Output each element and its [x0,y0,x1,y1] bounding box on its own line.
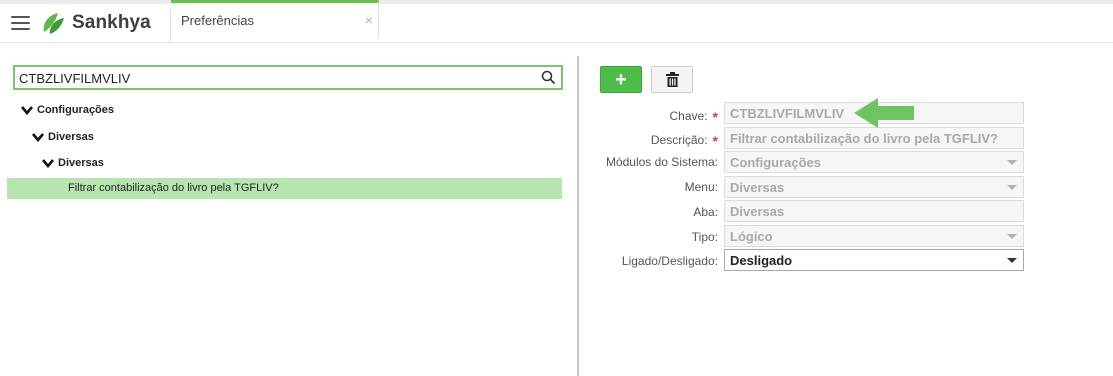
label-text: Módulos do Sistema: [605,155,718,169]
tab-label: Preferências [181,13,254,28]
search-icon[interactable] [541,70,556,85]
label-text: Tipo: [691,230,718,244]
label-text: Ligado/Desligado: [621,254,718,268]
required-marker: * [712,133,718,149]
tipo-value: Lógico [730,229,773,244]
tipo-select[interactable]: Lógico [724,225,1024,247]
label-text: Chave: [669,109,708,123]
tree-node-diversas-sub[interactable]: Diversas [42,157,104,169]
modulos-select[interactable]: Configurações [724,151,1024,173]
tree-node-configuracoes[interactable]: Configurações [21,104,114,116]
sankhya-logo[interactable]: Sankhya [40,10,151,36]
required-marker: * [712,109,718,125]
tree-node-label: Configurações [37,104,115,116]
tab-preferencias[interactable]: Preferências × [171,0,379,38]
tree-leaf-label: Filtrar contabilização do livro pela TGF… [68,182,279,194]
aba-value: Diversas [730,204,785,219]
tree-node-label: Diversas [48,131,94,143]
chevron-down-icon [21,106,33,115]
label-text: Menu: [684,180,718,194]
label-text: Descrição: [650,133,708,147]
caret-down-icon [1007,258,1017,263]
sankhya-leaf-icon [43,13,64,34]
ligado-desligado-value: Desligado [730,253,793,268]
label-aba: Aba: [533,205,718,219]
label-chave: Chave: * [533,107,718,125]
trash-icon [666,72,679,87]
tree-leaf-selected[interactable]: Filtrar contabilização do livro pela TGF… [7,178,562,199]
chave-value: CTBZLIVFILMVLIV [730,106,845,121]
aba-field[interactable]: Diversas [724,200,1024,222]
modulos-value: Configurações [730,155,822,170]
top-bar: Sankhya [0,4,1113,43]
hamburger-menu-icon[interactable] [11,16,30,30]
label-modulos: Módulos do Sistema: [533,155,718,169]
descricao-field[interactable]: Filtrar contabilização do livro pela TGF… [724,127,1024,149]
descricao-value: Filtrar contabilização do livro pela TGF… [730,131,998,146]
search-input[interactable] [19,69,519,87]
label-ligado-desligado: Ligado/Desligado: [533,254,718,268]
tree-node-label: Diversas [58,157,104,169]
chevron-down-icon [32,133,44,142]
caret-down-icon [1007,234,1017,239]
label-descricao: Descrição: * [533,131,718,149]
chevron-down-icon [42,159,54,168]
close-icon[interactable]: × [365,12,373,28]
brand-name: Sankhya [72,12,151,33]
caret-down-icon [1007,160,1017,165]
tree-node-diversas[interactable]: Diversas [32,131,94,143]
caret-down-icon [1007,185,1017,190]
annotation-arrow-icon [854,98,914,128]
ligado-desligado-select[interactable]: Desligado [724,249,1024,271]
label-tipo: Tipo: [533,230,718,244]
delete-button[interactable] [651,66,693,93]
add-button[interactable]: + [600,66,642,93]
menu-value: Diversas [730,180,785,195]
label-text: Aba: [693,205,718,219]
search-box [13,65,563,90]
menu-select[interactable]: Diversas [724,176,1024,198]
label-menu: Menu: [533,180,718,194]
plus-icon: + [615,69,627,91]
